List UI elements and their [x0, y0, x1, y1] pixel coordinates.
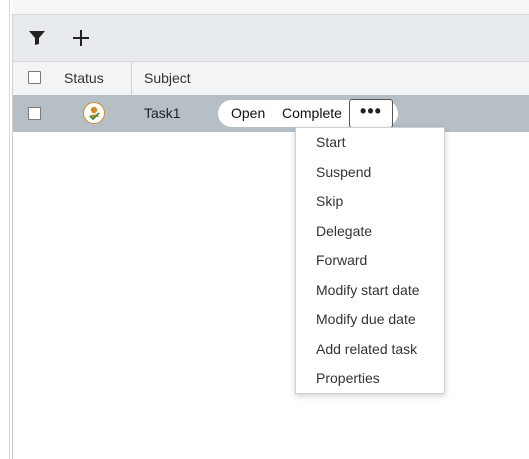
context-menu: Start Suspend Skip Delegate Forward Modi…	[295, 127, 445, 394]
toolbar	[13, 15, 529, 62]
complete-button[interactable]: Complete	[282, 105, 342, 121]
column-header-status[interactable]: Status	[64, 70, 104, 86]
filter-icon	[29, 31, 45, 45]
filter-button[interactable]	[23, 24, 51, 52]
menu-item-delegate[interactable]: Delegate	[316, 223, 372, 239]
menu-item-start[interactable]: Start	[316, 134, 346, 150]
menu-item-suspend[interactable]: Suspend	[316, 164, 371, 180]
column-header-subject[interactable]: Subject	[144, 70, 191, 86]
menu-item-modify-start-date[interactable]: Modify start date	[316, 282, 420, 298]
menu-item-skip[interactable]: Skip	[316, 193, 343, 209]
column-separator[interactable]	[131, 62, 132, 95]
add-button[interactable]	[67, 24, 95, 52]
more-actions-button[interactable]: •••	[349, 99, 393, 128]
menu-item-modify-due-date[interactable]: Modify due date	[316, 311, 416, 327]
menu-item-forward[interactable]: Forward	[316, 252, 367, 268]
task-status-icon	[83, 102, 105, 124]
menu-item-add-related-task[interactable]: Add related task	[316, 341, 417, 357]
select-all-checkbox[interactable]	[28, 71, 41, 84]
top-strip	[13, 0, 529, 15]
open-button[interactable]: Open	[231, 105, 265, 121]
left-gutter	[0, 0, 10, 459]
task-subject[interactable]: Task1	[144, 105, 181, 121]
table-row[interactable]: Task1 Open Complete •••	[13, 95, 529, 132]
more-icon: •••	[360, 100, 382, 121]
table-header: Status Subject	[13, 62, 529, 96]
menu-item-properties[interactable]: Properties	[316, 370, 380, 386]
plus-icon	[73, 30, 89, 46]
row-checkbox[interactable]	[28, 107, 41, 120]
